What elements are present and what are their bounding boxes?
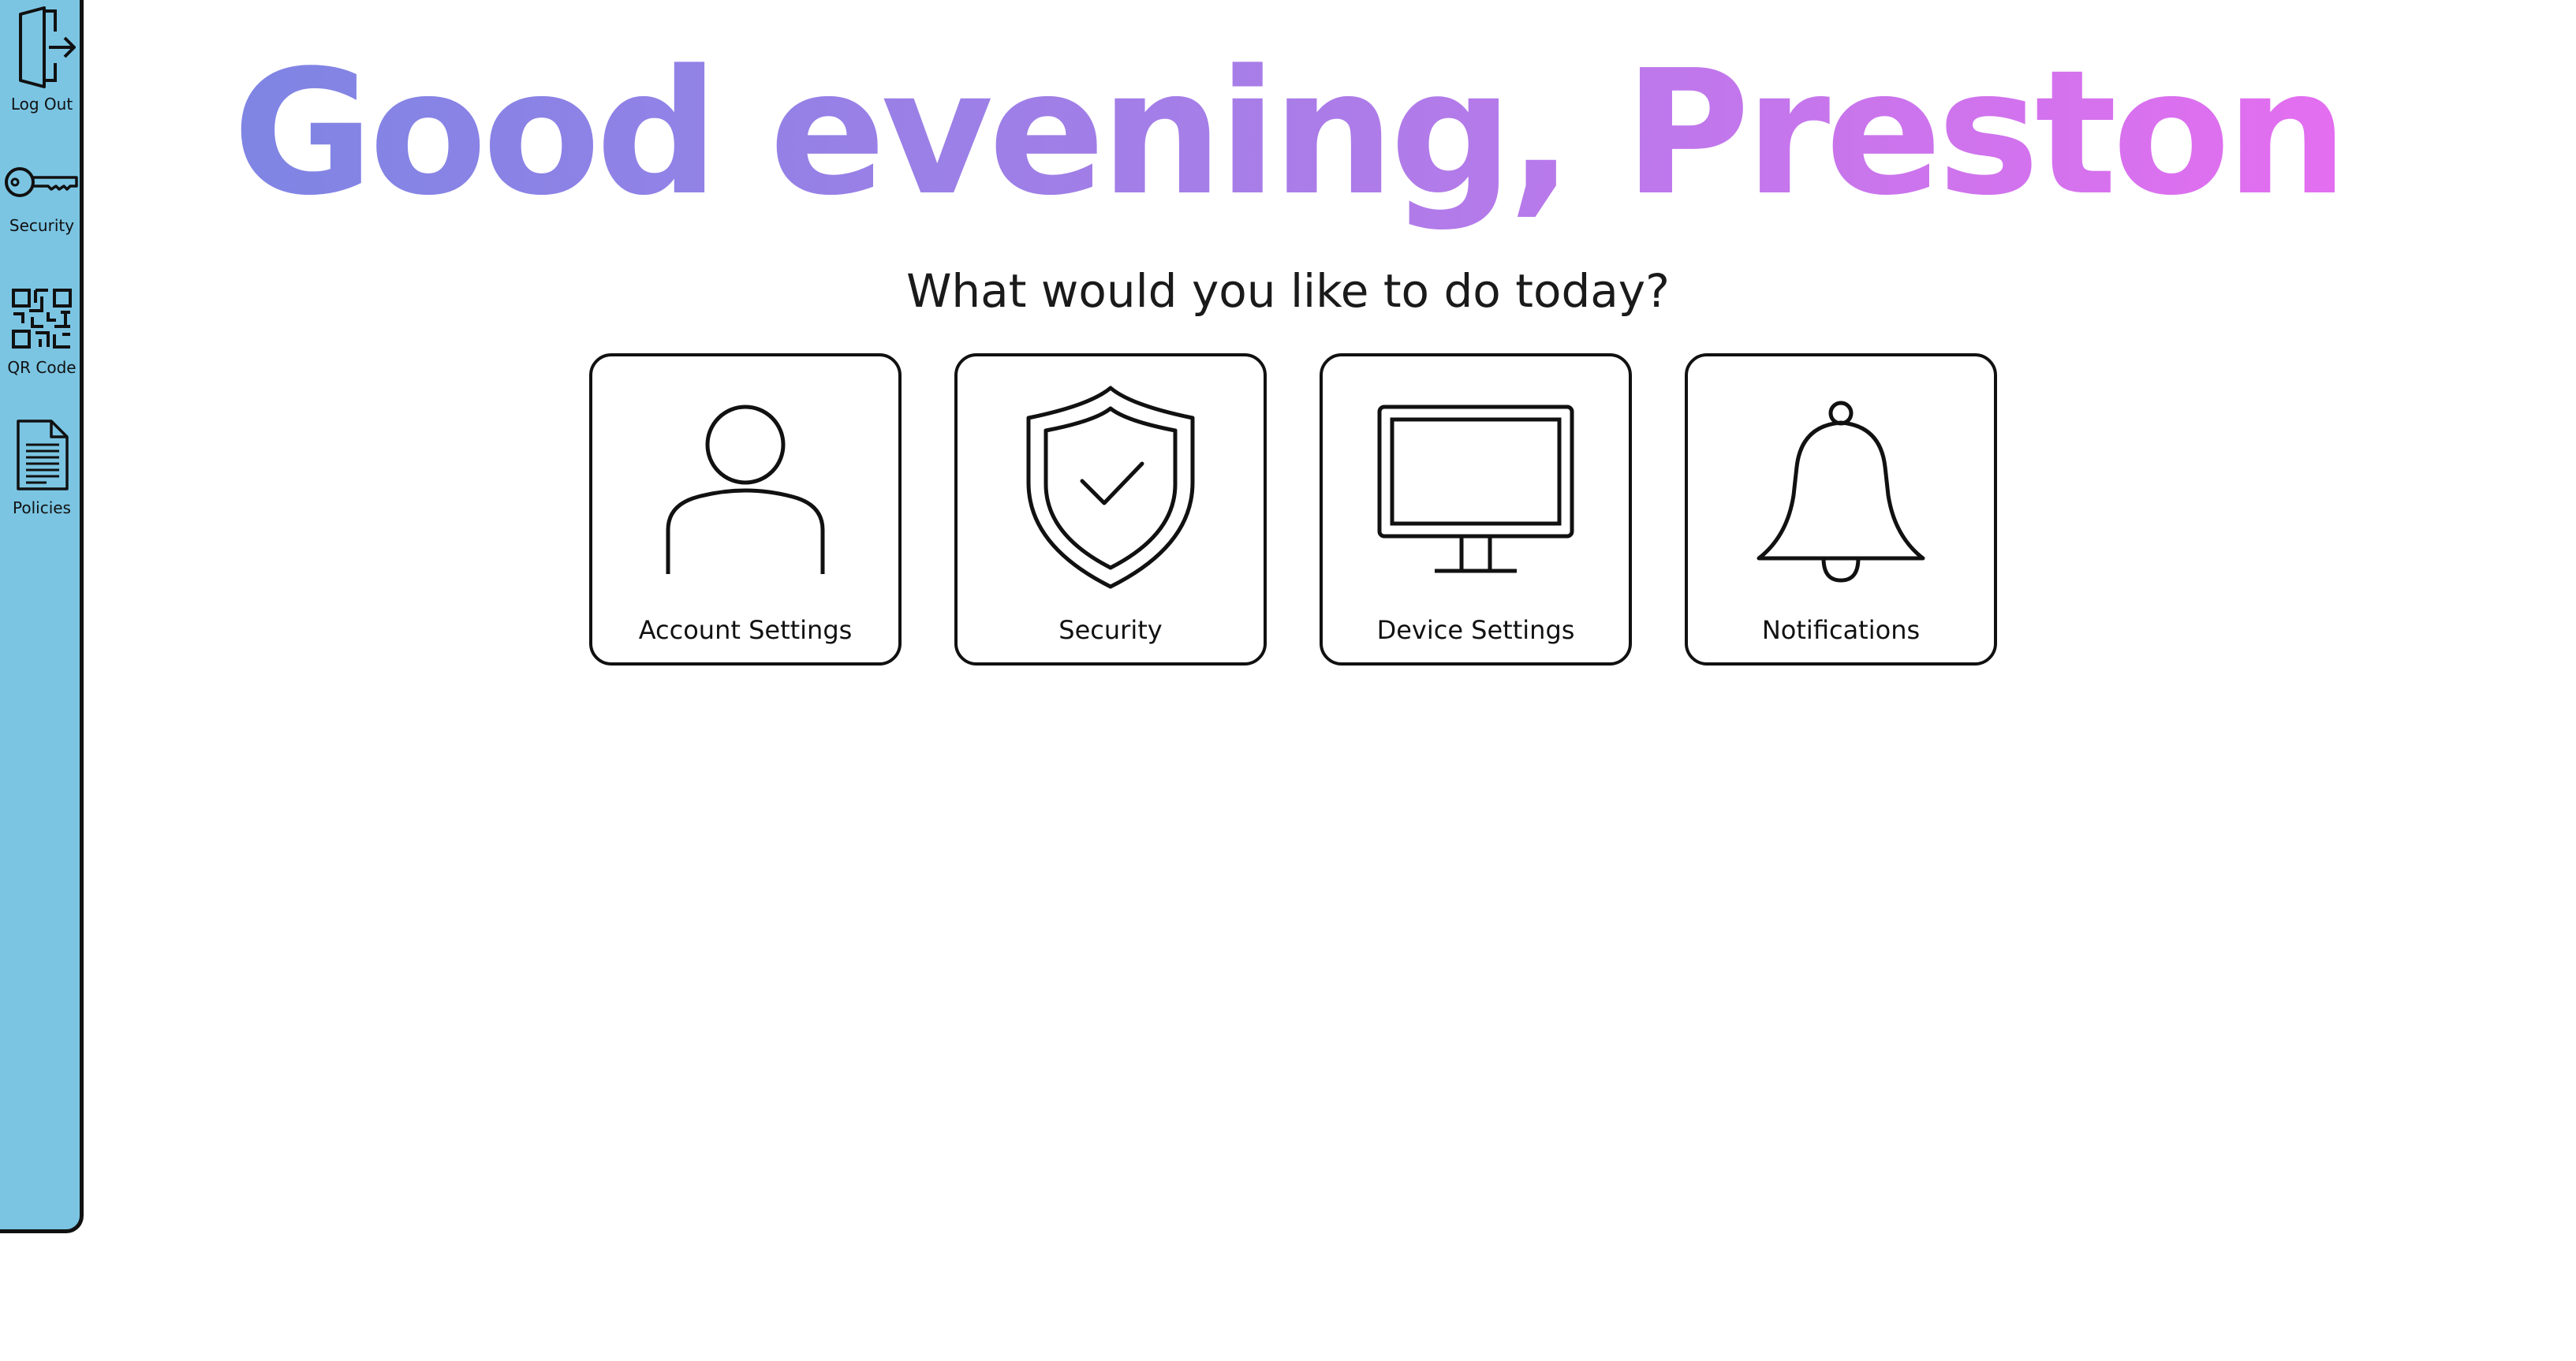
notifications-card[interactable]: Notifications (1685, 353, 1997, 666)
card-label: Device Settings (1376, 615, 1575, 645)
sidebar-item-label: QR Code (7, 358, 77, 377)
card-label: Notifications (1761, 615, 1921, 645)
card-label: Account Settings (638, 615, 853, 645)
security-card[interactable]: Security (954, 353, 1267, 666)
greeting-text: Good evening, Preston (232, 34, 2348, 233)
prompt-heading: What would you like to do today? (906, 264, 1670, 318)
account-settings-card[interactable]: Account Settings (589, 353, 902, 666)
sidebar-item-label: Policies (13, 498, 71, 517)
document-icon (0, 418, 84, 492)
page-title: Good evening, Preston (0, 32, 2576, 237)
sidebar-item-policies[interactable]: Policies (0, 418, 84, 517)
device-settings-card[interactable]: Device Settings (1320, 353, 1632, 666)
card-label: Security (1058, 615, 1163, 645)
